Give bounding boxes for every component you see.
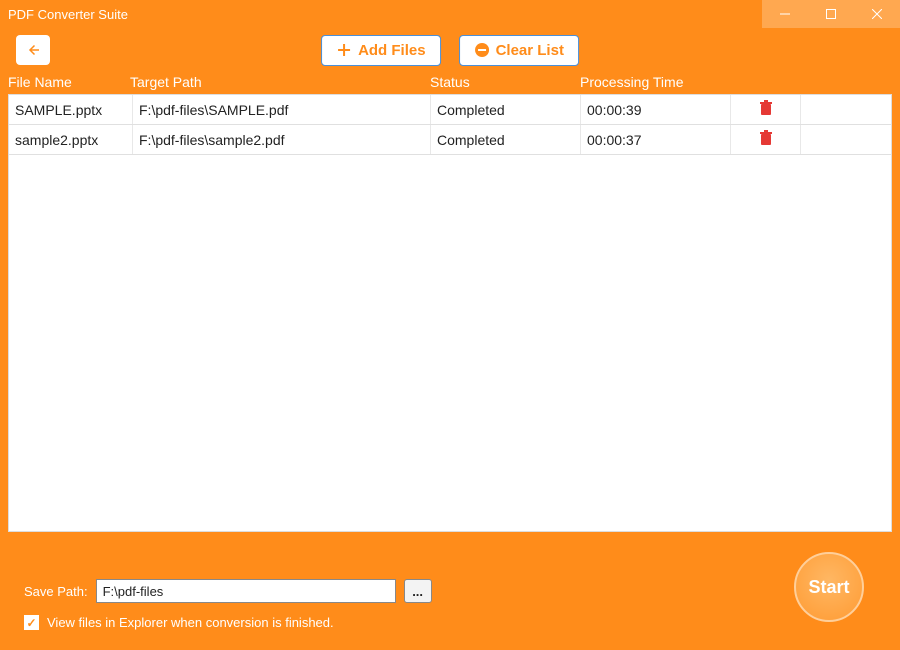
close-button[interactable] <box>854 0 900 28</box>
trash-icon[interactable] <box>759 130 773 149</box>
col-status: Status <box>430 74 580 90</box>
maximize-button[interactable] <box>808 0 854 28</box>
trash-icon[interactable] <box>759 100 773 119</box>
minimize-button[interactable] <box>762 0 808 28</box>
cell-status: Completed <box>431 125 581 154</box>
table-row[interactable]: SAMPLE.pptx F:\pdf-files\SAMPLE.pdf Comp… <box>9 95 891 125</box>
save-path-input[interactable] <box>96 579 396 603</box>
start-button[interactable]: Start <box>794 552 864 622</box>
back-button[interactable] <box>16 35 50 65</box>
cell-status: Completed <box>431 95 581 124</box>
cell-target-path: F:\pdf-files\sample2.pdf <box>133 125 431 154</box>
cell-target-path: F:\pdf-files\SAMPLE.pdf <box>133 95 431 124</box>
col-target-path: Target Path <box>130 74 430 90</box>
col-file-name: File Name <box>0 74 130 90</box>
window-controls <box>762 0 900 28</box>
add-files-button[interactable]: Add Files <box>321 35 441 66</box>
minus-circle-icon <box>474 42 490 58</box>
file-list: SAMPLE.pptx F:\pdf-files\SAMPLE.pdf Comp… <box>8 94 892 532</box>
view-in-explorer-label: View files in Explorer when conversion i… <box>47 615 334 630</box>
table-row[interactable]: sample2.pptx F:\pdf-files\sample2.pdf Co… <box>9 125 891 155</box>
save-path-label: Save Path: <box>24 584 88 599</box>
clear-list-label: Clear List <box>496 42 564 59</box>
window-title: PDF Converter Suite <box>8 7 128 22</box>
table-header: File Name Target Path Status Processing … <box>0 72 900 94</box>
add-files-label: Add Files <box>358 42 426 59</box>
clear-list-button[interactable]: Clear List <box>459 35 579 66</box>
cell-file-name: SAMPLE.pptx <box>9 95 133 124</box>
cell-time: 00:00:39 <box>581 95 731 124</box>
view-in-explorer-checkbox[interactable]: ✓ <box>24 615 39 630</box>
col-processing-time: Processing Time <box>580 74 730 90</box>
arrow-left-icon <box>24 41 42 59</box>
plus-icon <box>336 42 352 58</box>
browse-button[interactable]: ... <box>404 579 432 603</box>
cell-time: 00:00:37 <box>581 125 731 154</box>
cell-file-name: sample2.pptx <box>9 125 133 154</box>
